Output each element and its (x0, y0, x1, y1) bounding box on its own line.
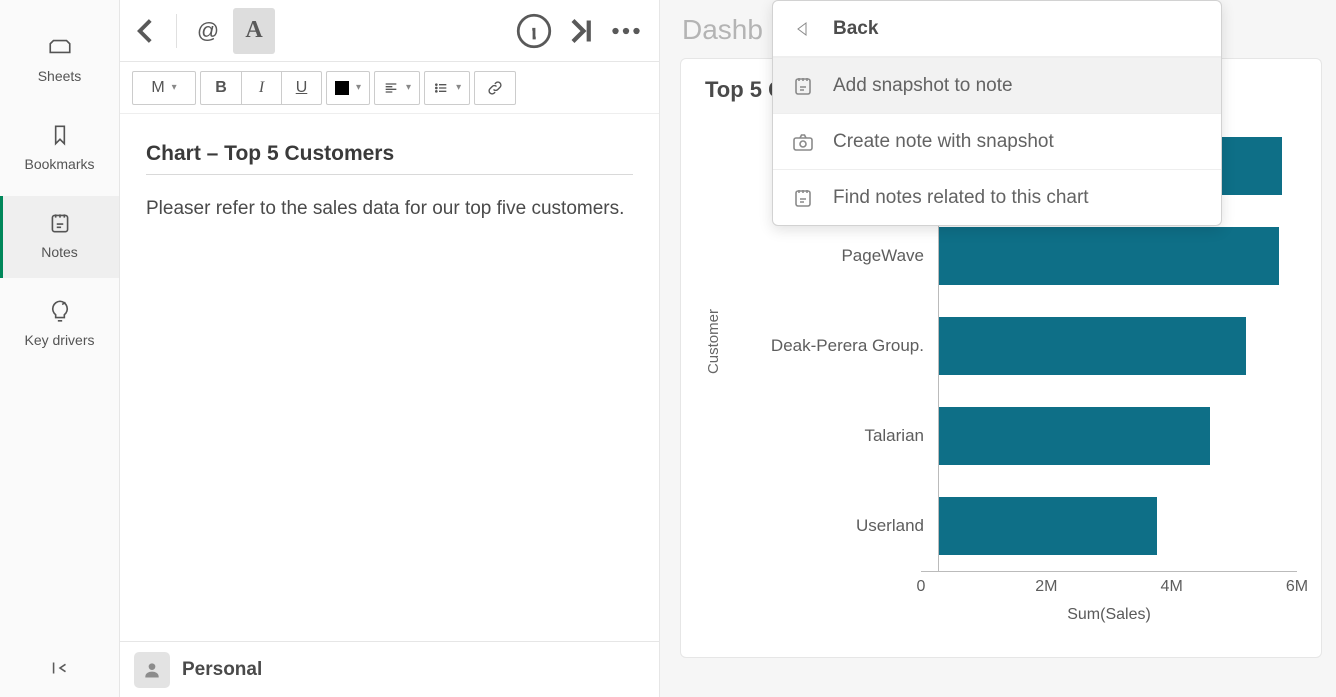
x-tick-label: 6M (1286, 578, 1308, 596)
menu-item-find-notes[interactable]: Find notes related to this chart (773, 169, 1221, 225)
text-format-button[interactable]: A (233, 8, 275, 54)
at-icon: @ (197, 18, 219, 44)
sidebar-item-label: Bookmarks (24, 156, 94, 172)
more-icon (605, 10, 647, 52)
snapshot-context-menu: Back Add snapshot to note Create note wi… (772, 0, 1222, 226)
text-icon: A (245, 17, 262, 44)
sheet-icon (47, 34, 73, 60)
avatar (134, 652, 170, 688)
notes-icon (47, 210, 73, 236)
info-icon (513, 10, 555, 52)
sidebar-item-label: Notes (41, 244, 78, 260)
link-button[interactable] (475, 72, 515, 104)
menu-back-label: Back (833, 18, 878, 40)
note-icon (791, 186, 815, 210)
sidebar: Sheets Bookmarks Notes Key drivers (0, 0, 120, 697)
menu-item-create-note[interactable]: Create note with snapshot (773, 113, 1221, 169)
sidebar-item-sheets[interactable]: Sheets (0, 20, 119, 102)
text-color-button[interactable]: ▾ (327, 72, 369, 104)
y-tick-label: PageWave (841, 246, 924, 266)
menu-item-label: Create note with snapshot (833, 131, 1054, 153)
menu-back[interactable]: Back (773, 1, 1221, 57)
x-axis-label: Sum(Sales) (1067, 606, 1151, 624)
y-tick-label: Userland (856, 516, 924, 536)
align-left-icon (383, 80, 399, 96)
link-icon (486, 79, 504, 97)
italic-button[interactable]: I (241, 72, 281, 104)
sidebar-item-bookmarks[interactable]: Bookmarks (0, 108, 119, 190)
separator (176, 14, 177, 48)
bar[interactable] (939, 497, 1157, 555)
x-tick-label: 4M (1161, 578, 1183, 596)
y-axis-label: Customer (705, 309, 722, 374)
y-tick-label: Deak-Perera Group. (771, 336, 924, 356)
more-button[interactable] (605, 8, 647, 54)
x-axis: Sum(Sales) 02M4M6M (921, 571, 1297, 633)
bar[interactable] (939, 407, 1210, 465)
list-icon (433, 80, 449, 96)
x-tick-label: 2M (1035, 578, 1057, 596)
y-tick-label: Talarian (864, 426, 924, 446)
note-body[interactable]: Chart – Top 5 Customers Pleaser refer to… (120, 114, 659, 641)
jump-to-end-button[interactable] (559, 8, 601, 54)
skip-icon (559, 10, 601, 52)
bar[interactable] (939, 317, 1246, 375)
menu-item-add-snapshot[interactable]: Add snapshot to note (773, 57, 1221, 113)
chevron-down-icon: ▾ (406, 82, 411, 93)
chevron-down-icon: ▾ (172, 82, 177, 93)
back-button[interactable] (124, 8, 166, 54)
bookmark-icon (47, 122, 73, 148)
chevron-down-icon: ▾ (456, 82, 461, 93)
sidebar-item-label: Sheets (38, 68, 82, 84)
x-tick-label: 0 (917, 578, 926, 596)
notes-panel: @ A M▾ B I (120, 0, 660, 697)
caret-left-icon (791, 17, 815, 41)
note-owner: Personal (182, 659, 262, 681)
chevron-left-icon (124, 10, 166, 52)
list-button[interactable]: ▾ (425, 72, 469, 104)
text-size-select[interactable]: M▾ (133, 72, 195, 104)
note-text[interactable]: Pleaser refer to the sales data for our … (146, 195, 633, 224)
bar[interactable] (939, 227, 1279, 285)
notes-toolbar-main: @ A (120, 0, 659, 62)
mention-button[interactable]: @ (187, 8, 229, 54)
lightbulb-icon (47, 298, 73, 324)
bold-button[interactable]: B (201, 72, 241, 104)
text-size-label: M (151, 79, 164, 97)
note-footer: Personal (120, 641, 659, 697)
menu-item-label: Add snapshot to note (833, 75, 1013, 97)
notes-toolbar-format: M▾ B I U ▾ ▾ ▾ (120, 62, 659, 114)
menu-item-label: Find notes related to this chart (833, 187, 1089, 209)
chevron-down-icon: ▾ (356, 82, 361, 93)
underline-button[interactable]: U (281, 72, 321, 104)
sidebar-item-notes[interactable]: Notes (0, 196, 119, 278)
align-button[interactable]: ▾ (375, 72, 419, 104)
user-icon (142, 660, 162, 680)
collapse-icon (49, 657, 71, 679)
sidebar-item-label: Key drivers (24, 332, 94, 348)
note-icon (791, 74, 815, 98)
note-title[interactable]: Chart – Top 5 Customers (146, 142, 633, 175)
sidebar-item-keydrivers[interactable]: Key drivers (0, 284, 119, 366)
color-swatch (335, 81, 349, 95)
collapse-sidebar-button[interactable] (0, 657, 119, 679)
camera-icon (791, 130, 815, 154)
info-button[interactable] (513, 8, 555, 54)
